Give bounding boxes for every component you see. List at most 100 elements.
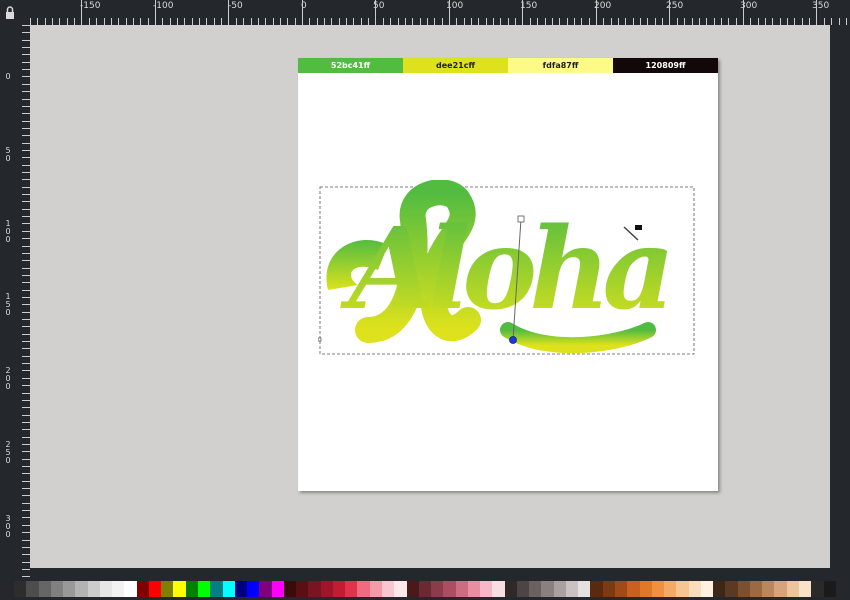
- palette-color-cell[interactable]: [87, 581, 100, 597]
- palette-color-cell[interactable]: [381, 581, 395, 597]
- palette-color-cell[interactable]: [664, 581, 677, 597]
- palette-color-cell[interactable]: [136, 581, 149, 597]
- aloha-lettering[interactable]: Aloha: [318, 180, 698, 360]
- vertical-scrollbar[interactable]: [830, 25, 850, 578]
- ruler-tick: [529, 18, 531, 25]
- ruler-tick: [735, 18, 737, 25]
- palette-color-cell[interactable]: [467, 581, 481, 597]
- palette-color-cell[interactable]: [749, 581, 763, 597]
- palette-color-cell[interactable]: [210, 581, 223, 597]
- palette-color-cell[interactable]: [296, 581, 309, 597]
- node-handle[interactable]: [318, 337, 322, 342]
- palette-color-cell[interactable]: [161, 581, 174, 597]
- palette-color-cell[interactable]: [431, 581, 444, 597]
- palette-color-cell[interactable]: [713, 581, 726, 597]
- ruler-tick: [59, 18, 61, 25]
- palette-color-cell[interactable]: [602, 581, 616, 597]
- palette-color-cell[interactable]: [99, 581, 113, 597]
- palette-color-cell[interactable]: [148, 581, 162, 597]
- ruler-tick: [22, 274, 30, 276]
- palette-color-cell[interactable]: [14, 581, 27, 597]
- palette-color-cell[interactable]: [112, 581, 125, 597]
- palette-color-cell[interactable]: [247, 581, 260, 597]
- palette-color-cell[interactable]: [541, 581, 554, 597]
- palette-color-cell[interactable]: [516, 581, 530, 597]
- palette-color-cell[interactable]: [259, 581, 272, 597]
- palette-color-cell[interactable]: [811, 581, 824, 597]
- palette-color-cell[interactable]: [443, 581, 456, 597]
- palette-color-cell[interactable]: [369, 581, 382, 597]
- ruler-tick: [309, 18, 311, 25]
- palette-color-cell[interactable]: [38, 581, 51, 597]
- palette-color-cell[interactable]: [615, 581, 628, 597]
- palette-color-cell[interactable]: [725, 581, 738, 597]
- palette-color-cell[interactable]: [357, 581, 370, 597]
- ruler-tick: [647, 18, 649, 25]
- palette-color-cell[interactable]: [197, 581, 211, 597]
- ruler-tick: [493, 18, 495, 25]
- palette-color-cell[interactable]: [455, 581, 468, 597]
- swatch-dark[interactable]: 120809ff: [613, 58, 718, 73]
- palette-color-cell[interactable]: [222, 581, 235, 597]
- palette-color-cell[interactable]: [480, 581, 493, 597]
- swatch-yellow-green[interactable]: dee21cff: [403, 58, 508, 73]
- ruler-tick: [22, 201, 30, 203]
- lock-icon[interactable]: [0, 0, 30, 25]
- ruler-tick: [88, 18, 90, 25]
- palette-color-cell[interactable]: [75, 581, 88, 597]
- palette-color-cell[interactable]: [553, 581, 566, 597]
- palette-color-cell[interactable]: [676, 581, 689, 597]
- palette-color-cell[interactable]: [173, 581, 186, 597]
- palette-color-cell[interactable]: [124, 581, 137, 597]
- palette-color-cell[interactable]: [590, 581, 603, 597]
- palette-color-cell[interactable]: [823, 581, 836, 597]
- palette-color-cell[interactable]: [185, 581, 198, 597]
- ruler-tick: [750, 18, 752, 25]
- palette-color-cell[interactable]: [786, 581, 799, 597]
- palette-color-cell[interactable]: [737, 581, 750, 597]
- palette-color-cell[interactable]: [332, 581, 346, 597]
- palette-color-cell[interactable]: [234, 581, 248, 597]
- ruler-tick: [22, 554, 30, 556]
- gradient-end-handle[interactable]: [509, 336, 517, 344]
- ruler-tick: [125, 18, 127, 25]
- palette-color-cell[interactable]: [308, 581, 321, 597]
- ruler-tick: [22, 230, 30, 232]
- palette-color-cell[interactable]: [406, 581, 419, 597]
- ruler-tick: [22, 186, 30, 188]
- palette-color-cell[interactable]: [320, 581, 333, 597]
- palette-color-cell[interactable]: [565, 581, 579, 597]
- swatch-green[interactable]: 52bc41ff: [298, 58, 403, 73]
- palette-color-cell[interactable]: [700, 581, 714, 597]
- palette-color-cell[interactable]: [50, 581, 64, 597]
- palette-color-cell[interactable]: [799, 581, 812, 597]
- palette-color-cell[interactable]: [688, 581, 701, 597]
- ruler-tick: [324, 18, 325, 25]
- palette-color-cell[interactable]: [394, 581, 407, 597]
- palette-color-cell[interactable]: [345, 581, 358, 597]
- palette-color-cell[interactable]: [26, 581, 39, 597]
- ruler-tick: [44, 18, 46, 25]
- ruler-tick: [787, 18, 789, 25]
- palette-color-cell[interactable]: [63, 581, 76, 597]
- gradient-start-handle[interactable]: [517, 215, 525, 223]
- horizontal-scrollbar[interactable]: [30, 568, 830, 578]
- palette-color-cell[interactable]: [651, 581, 665, 597]
- palette-color-cell[interactable]: [283, 581, 297, 597]
- palette-color-cell[interactable]: [418, 581, 432, 597]
- palette-color-cell[interactable]: [504, 581, 517, 597]
- palette-color-cell[interactable]: [639, 581, 652, 597]
- ruler-tick: [22, 164, 30, 166]
- palette-color-cell[interactable]: [774, 581, 787, 597]
- swatch-pale-yellow[interactable]: fdfa87ff: [508, 58, 613, 73]
- ruler-tick: [845, 18, 847, 25]
- palette-color-cell[interactable]: [762, 581, 775, 597]
- ruler-tick: [22, 105, 30, 107]
- ruler-tick: [243, 18, 245, 25]
- palette-color-cell[interactable]: [529, 581, 542, 597]
- ruler-tick: [22, 510, 30, 512]
- palette-color-cell[interactable]: [578, 581, 591, 597]
- palette-color-cell[interactable]: [271, 581, 284, 597]
- palette-color-cell[interactable]: [492, 581, 505, 597]
- palette-color-cell[interactable]: [627, 581, 640, 597]
